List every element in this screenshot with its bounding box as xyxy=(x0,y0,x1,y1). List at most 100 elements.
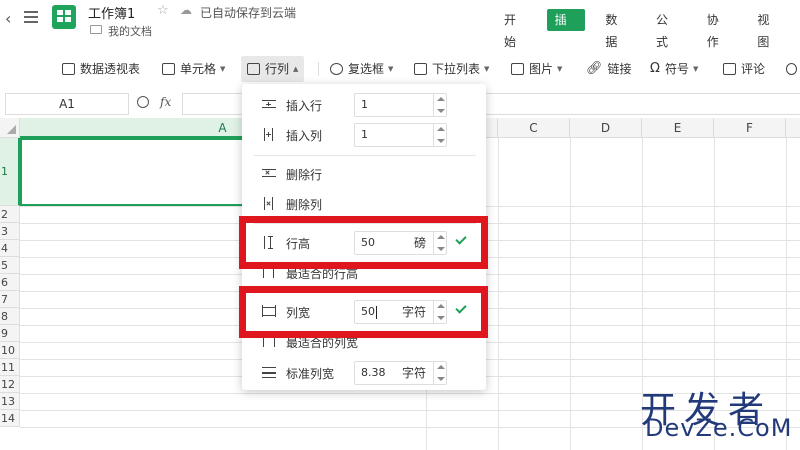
column-header-next[interactable] xyxy=(786,118,800,138)
cell-label: 单元格 xyxy=(180,62,217,76)
insert-col-item[interactable]: 插入列 1 xyxy=(242,122,486,148)
image-label: 图片 xyxy=(529,62,554,76)
comment-button[interactable]: 评论 xyxy=(723,56,765,82)
chevron-down-icon: ▼ xyxy=(220,65,226,73)
row-header-5[interactable]: 5 xyxy=(0,257,20,274)
menu-divider xyxy=(254,155,476,156)
image-icon xyxy=(511,63,524,75)
insert-col-label: 插入列 xyxy=(286,128,323,143)
watermark-latin: DevZe.CoM xyxy=(645,414,793,442)
menu-tabs: 开始 插入 数据 公式 协作 视图 xyxy=(496,9,800,49)
dropdown-list-button[interactable]: 下拉列表 ▼ xyxy=(414,56,489,82)
link-icon: 🔗︎ xyxy=(586,61,603,76)
column-header-f[interactable]: F xyxy=(714,118,786,138)
link-button[interactable]: 🔗︎ 链接 xyxy=(586,56,632,82)
row-header-2[interactable]: 2 xyxy=(0,206,20,223)
search-icon[interactable] xyxy=(137,96,149,108)
delete-col-label: 删除列 xyxy=(286,197,323,212)
std-col-width-stepper[interactable] xyxy=(433,361,447,385)
row-col-button[interactable]: 行列 ▲ xyxy=(241,56,305,82)
chevron-down-icon: ▼ xyxy=(388,65,394,73)
cell-icon xyxy=(162,63,175,75)
tab-data[interactable]: 数据 xyxy=(597,9,636,49)
ribbon-divider xyxy=(318,62,319,76)
pivot-table-label: 数据透视表 xyxy=(80,62,141,76)
chevron-down-icon: ▼ xyxy=(484,65,490,73)
highlight-col-width xyxy=(239,286,488,338)
chevron-up-icon: ▲ xyxy=(293,65,299,73)
row-header-8[interactable]: 8 xyxy=(0,308,20,325)
save-status: 已自动保存到云端 xyxy=(200,6,297,20)
fx-icon[interactable]: fx xyxy=(160,95,171,109)
insert-row-stepper[interactable] xyxy=(433,93,447,117)
row-header-4[interactable]: 4 xyxy=(0,240,20,257)
dropdown-list-icon xyxy=(414,63,427,75)
pivot-table-icon xyxy=(62,63,75,75)
back-icon[interactable]: ‹ xyxy=(5,9,11,28)
cloud-saved-icon: ☁ xyxy=(180,3,192,17)
tab-formula[interactable]: 公式 xyxy=(648,9,687,49)
row-header-14[interactable]: 14 xyxy=(0,410,20,427)
dropdown-list-label: 下拉列表 xyxy=(432,62,481,76)
std-col-width-label: 标准列宽 xyxy=(286,366,335,381)
row-header-3[interactable]: 3 xyxy=(0,223,20,240)
row-header-13[interactable]: 13 xyxy=(0,393,20,410)
row-header-1[interactable]: 1 xyxy=(0,138,20,206)
std-col-width-icon xyxy=(262,366,276,379)
name-box[interactable]: A1 xyxy=(5,93,129,115)
title-bar: ‹ 工作簿1 ☆ ☁ 已自动保存到云端 我的文档 开始 插入 数据 公式 协作 … xyxy=(0,0,800,49)
cell-button[interactable]: 单元格 ▼ xyxy=(162,56,225,82)
checkbox-label: 复选框 xyxy=(348,62,385,76)
checkbox-button[interactable]: 复选框 ▼ xyxy=(330,56,393,82)
document-title[interactable]: 工作簿1 xyxy=(88,3,135,22)
tab-home[interactable]: 开始 xyxy=(496,9,535,49)
checkbox-icon xyxy=(330,63,343,75)
symbol-button[interactable]: Ω 符号 ▼ xyxy=(650,56,698,82)
chevron-down-icon: ▼ xyxy=(557,65,563,73)
chevron-down-icon: ▼ xyxy=(692,65,699,73)
row-header-7[interactable]: 7 xyxy=(0,291,20,308)
insert-col-icon xyxy=(262,128,276,141)
std-col-width-item[interactable]: 标准列宽 8.38 字符 xyxy=(242,360,486,386)
pivot-table-button[interactable]: 数据透视表 xyxy=(62,56,140,82)
link-label: 链接 xyxy=(607,62,632,76)
row-col-icon xyxy=(247,63,260,75)
insert-col-stepper[interactable] xyxy=(433,123,447,147)
insert-ribbon: 数据透视表 单元格 ▼ 行列 ▲ 复选框 ▼ 下拉列表 ▼ 图片 ▼ 🔗︎ 链接… xyxy=(0,56,800,84)
omega-icon: Ω xyxy=(650,61,660,76)
std-col-width-value: 8.38 xyxy=(361,366,386,379)
tab-view[interactable]: 视图 xyxy=(749,9,788,49)
row-header-9[interactable]: 9 xyxy=(0,325,20,342)
insert-row-item[interactable]: 插入行 1 xyxy=(242,92,486,118)
row-header-10[interactable]: 10 xyxy=(0,342,20,359)
delete-col-icon xyxy=(262,197,276,210)
folder-icon xyxy=(90,25,102,34)
row-col-label: 行列 xyxy=(265,62,290,76)
column-header-c[interactable]: C xyxy=(498,118,570,138)
delete-row-item[interactable]: 删除行 xyxy=(242,161,486,187)
spreadsheet-logo-icon xyxy=(52,5,76,29)
row-header-12[interactable]: 12 xyxy=(0,376,20,393)
std-col-width-unit: 字符 xyxy=(401,366,426,380)
highlight-row-height xyxy=(239,216,488,269)
comment-label: 评论 xyxy=(741,62,766,76)
delete-row-icon xyxy=(262,167,276,180)
star-icon[interactable]: ☆ xyxy=(157,3,169,18)
delete-col-item[interactable]: 删除列 xyxy=(242,191,486,217)
image-button[interactable]: 图片 ▼ xyxy=(511,56,562,82)
more-icon[interactable] xyxy=(786,56,800,82)
insert-row-icon xyxy=(262,98,276,111)
row-header-6[interactable]: 6 xyxy=(0,274,20,291)
document-location[interactable]: 我的文档 xyxy=(108,23,152,39)
tab-insert[interactable]: 插入 xyxy=(546,9,586,49)
menu-icon[interactable] xyxy=(24,11,38,23)
tab-collab[interactable]: 协作 xyxy=(699,9,738,49)
column-header-e[interactable]: E xyxy=(642,118,714,138)
delete-row-label: 删除行 xyxy=(286,167,323,182)
row-header-11[interactable]: 11 xyxy=(0,359,20,376)
insert-col-count-value: 1 xyxy=(361,128,368,141)
symbol-label: 符号 xyxy=(664,62,689,76)
comment-icon xyxy=(723,63,736,75)
column-header-d[interactable]: D xyxy=(570,118,642,138)
select-all-corner[interactable] xyxy=(0,118,20,138)
